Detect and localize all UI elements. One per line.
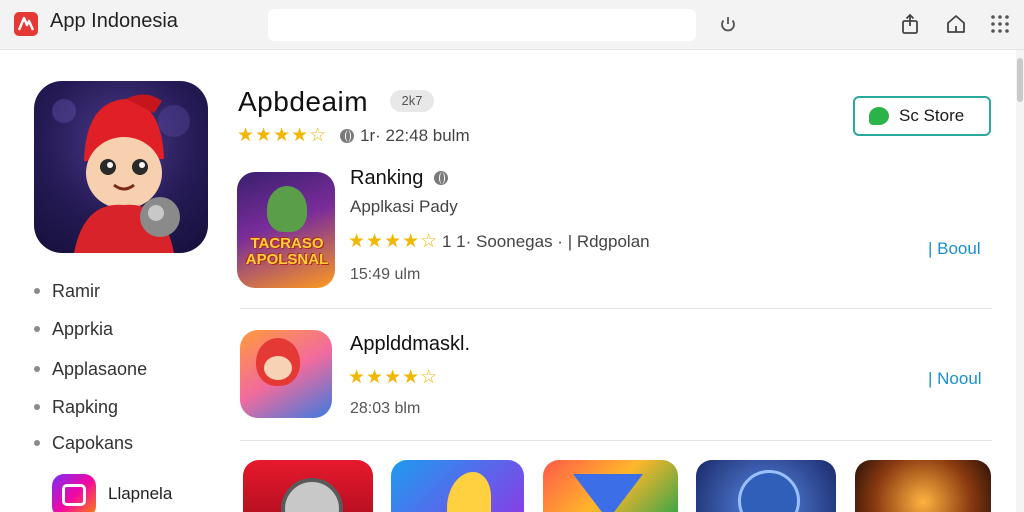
app-tile-icon[interactable] [855, 460, 991, 512]
list-item-size: 15:49 ulm [350, 266, 421, 283]
scrollbar-thumb[interactable] [1017, 58, 1023, 102]
list-item-size: 28:03 blm [350, 400, 421, 417]
sidebar-item-label: Apprkia [52, 318, 114, 339]
search-input[interactable] [268, 9, 696, 41]
list-item-subtitle: Applkasi Pady [350, 197, 458, 216]
list-item-title[interactable]: Ranking [350, 167, 423, 190]
list-item-title[interactable]: Applddmaskl. [350, 333, 470, 356]
sidebar-item-label: Ramir [52, 280, 100, 301]
bullet-icon [34, 366, 40, 372]
icon-text: TACRASO APOLSNAL [245, 235, 329, 268]
app-detail-title: Apbdeaim [238, 86, 369, 117]
app-tile-icon[interactable] [543, 460, 678, 512]
bullet-icon [34, 404, 40, 410]
sidebar-item-label: Rapking [52, 396, 119, 417]
bullet-icon [34, 288, 40, 294]
list-item-icon[interactable] [240, 330, 332, 418]
list-item-meta: 1 1· Soonegas · | Rdgpolan [442, 232, 650, 251]
instagram-icon[interactable] [52, 474, 96, 512]
grid-menu-icon[interactable] [988, 12, 1012, 36]
rating-stars: ★★★★☆ [348, 367, 439, 388]
hero-app-icon[interactable] [34, 81, 208, 253]
app-tile-icon[interactable] [243, 460, 373, 512]
bullet-icon [34, 326, 40, 332]
store-button[interactable]: Sc Store [853, 96, 991, 136]
face-icon [264, 356, 292, 380]
sidebar-item-ramir[interactable]: Ramir [34, 279, 204, 303]
store-button-label: Sc Store [899, 106, 965, 125]
app-logo-icon[interactable] [14, 12, 38, 36]
rating-stars: ★★★★☆ [237, 125, 328, 146]
rating-stars: ★★★★☆ [348, 231, 439, 252]
sidebar-item-capokans[interactable]: Capokans [34, 431, 204, 455]
globe-icon [434, 171, 448, 185]
divider [240, 440, 992, 441]
age-badge: 2k7 [390, 90, 434, 112]
app-title: App Indonesia [50, 10, 178, 32]
app-meta: 1r· 22:48 bulm [360, 126, 470, 145]
install-button[interactable]: | Booul [928, 239, 981, 259]
divider [240, 308, 992, 309]
home-icon[interactable] [944, 12, 968, 36]
list-item-icon[interactable]: TACRASO APOLSNAL [237, 172, 335, 288]
bullet-icon [34, 440, 40, 446]
featured-label[interactable]: Llapnela [108, 484, 172, 504]
app-tile-icon[interactable] [391, 460, 524, 512]
top-bar: App Indonesia [0, 0, 1024, 50]
power-icon[interactable] [716, 12, 740, 36]
sidebar-item-applasaone[interactable]: Applasaone [34, 357, 204, 381]
scrollbar-track[interactable] [1016, 50, 1024, 512]
sidebar-item-label: Applasaone [52, 358, 148, 379]
share-icon[interactable] [898, 12, 922, 36]
sidebar-item-rapking[interactable]: Rapking [34, 395, 204, 419]
chat-bubble-icon [869, 107, 889, 125]
character-icon [267, 186, 307, 232]
install-button[interactable]: | Nooul [928, 369, 982, 389]
app-tile-icon[interactable] [696, 460, 836, 512]
sidebar-item-apprkia[interactable]: Apprkia [34, 317, 204, 341]
globe-icon [340, 129, 354, 143]
sidebar-item-label: Capokans [52, 432, 134, 453]
